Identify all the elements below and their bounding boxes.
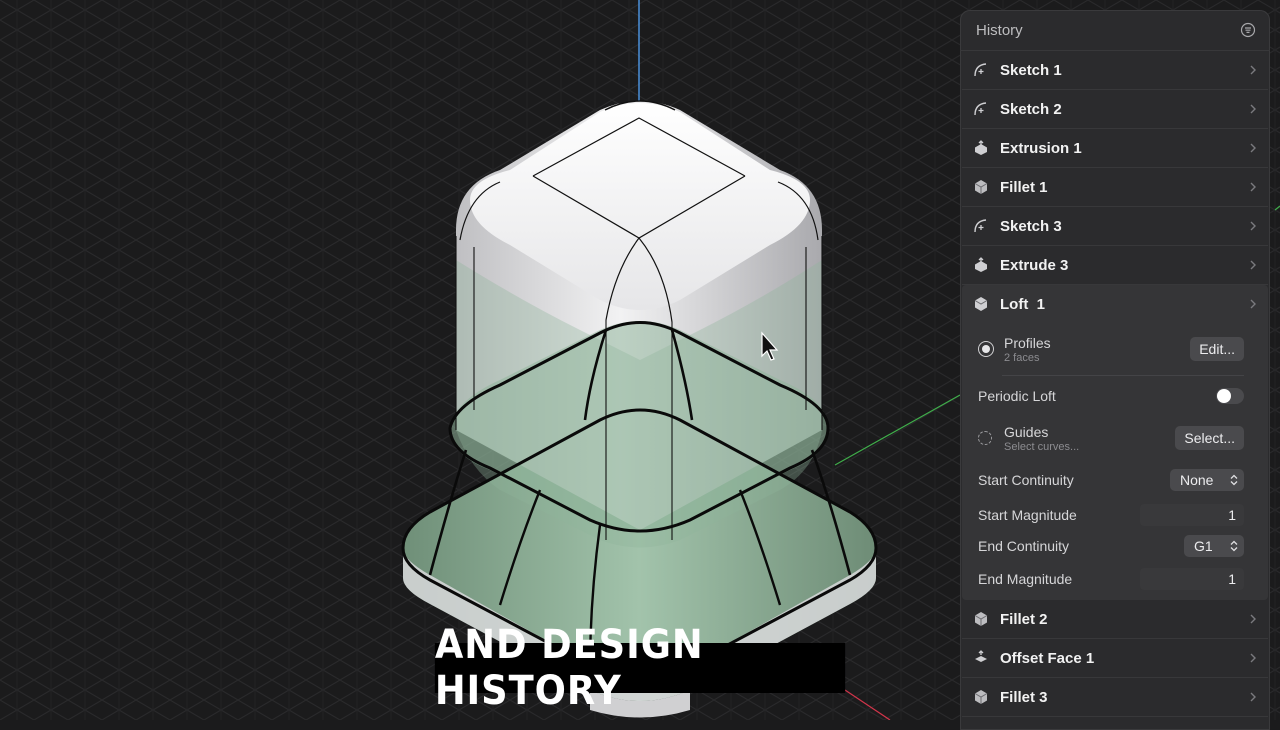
fillet-icon <box>972 688 990 706</box>
profiles-row: Profiles 2 faces Edit... <box>962 323 1268 375</box>
start-continuity-value: None <box>1180 472 1214 488</box>
history-item-label: Sketch 2 <box>1000 100 1062 118</box>
chevron-right-icon <box>1250 260 1256 270</box>
stepper-icon <box>1230 540 1238 552</box>
end-continuity-value: G1 <box>1194 538 1213 554</box>
loft-feature-expanded: Loft 1 Profiles 2 faces Edit... Periodic… <box>962 285 1268 600</box>
history-item-offset-face-1[interactable]: Offset Face 1 <box>962 639 1268 678</box>
video-caption: AND DESIGN HISTORY <box>434 622 846 714</box>
profiles-label: Profiles <box>1004 334 1051 351</box>
history-item-label: Loft 1 <box>1000 295 1045 313</box>
sketch-icon <box>972 61 990 79</box>
history-item-label: Sketch 1 <box>1000 61 1062 79</box>
end-continuity-row: End Continuity G1 <box>962 530 1268 562</box>
extrude-icon <box>972 256 990 274</box>
history-item-sketch-1[interactable]: Sketch 1 <box>962 51 1268 90</box>
periodic-loft-toggle[interactable] <box>1216 388 1244 404</box>
chevron-right-icon <box>1250 221 1256 231</box>
start-magnitude-label: Start Magnitude <box>978 507 1077 523</box>
extrude-icon <box>972 139 990 157</box>
history-item-sketch-3[interactable]: Sketch 3 <box>962 207 1268 246</box>
end-magnitude-row: End Magnitude 1 <box>962 562 1268 600</box>
chevron-right-icon <box>1250 614 1256 624</box>
offset-face-icon <box>972 649 990 667</box>
sketch-icon <box>972 217 990 235</box>
edit-profiles-button[interactable]: Edit... <box>1190 337 1244 361</box>
start-continuity-select[interactable]: None <box>1170 469 1244 491</box>
end-magnitude-input[interactable]: 1 <box>1140 568 1244 590</box>
history-item-label: Fillet 1 <box>1000 178 1048 196</box>
chevron-right-icon <box>1250 653 1256 663</box>
history-header: History <box>960 10 1270 51</box>
stepper-icon <box>1230 474 1238 486</box>
start-magnitude-row: Start Magnitude 1 <box>962 500 1268 530</box>
history-item-label: Fillet 3 <box>1000 688 1048 706</box>
chevron-right-icon <box>1250 182 1256 192</box>
history-title: History <box>976 21 1023 39</box>
select-guides-button[interactable]: Select... <box>1175 426 1244 450</box>
start-continuity-row: Start Continuity None <box>962 460 1268 500</box>
fillet-icon <box>972 178 990 196</box>
history-panel: History Sketch 1 Sketch 2 Extrusion 1 Fille… <box>960 10 1270 730</box>
profiles-radio[interactable] <box>978 341 994 357</box>
guides-sub: Select curves... <box>1004 440 1080 453</box>
chevron-right-icon <box>1250 104 1256 114</box>
history-item-label: Extrusion 1 <box>1000 139 1082 157</box>
sketch-icon <box>972 100 990 118</box>
guides-row: Guides Select curves... Select... <box>962 416 1268 460</box>
start-continuity-label: Start Continuity <box>978 472 1074 488</box>
chevron-right-icon <box>1250 692 1256 702</box>
history-item-label: Offset Face 1 <box>1000 649 1095 667</box>
loft-icon <box>972 295 990 313</box>
chevron-right-icon <box>1250 143 1256 153</box>
history-item-label: Sketch 3 <box>1000 217 1062 235</box>
fillet-icon <box>972 610 990 628</box>
periodic-loft-row: Periodic Loft <box>962 376 1268 416</box>
history-item-loft-1[interactable]: Loft 1 <box>962 285 1268 323</box>
end-continuity-select[interactable]: G1 <box>1184 535 1244 557</box>
history-item-sketch-2[interactable]: Sketch 2 <box>962 90 1268 129</box>
end-magnitude-label: End Magnitude <box>978 571 1073 587</box>
history-item-fillet-1[interactable]: Fillet 1 <box>962 168 1268 207</box>
history-item-extrude-3[interactable]: Extrude 3 <box>962 246 1268 285</box>
history-item-fillet-2[interactable]: Fillet 2 <box>962 600 1268 639</box>
chevron-right-icon <box>1250 65 1256 75</box>
profiles-sub: 2 faces <box>1004 351 1040 364</box>
history-item-label: Extrude 3 <box>1000 256 1069 274</box>
periodic-loft-label: Periodic Loft <box>978 388 1056 404</box>
end-continuity-label: End Continuity <box>978 538 1070 554</box>
chevron-right-icon <box>1250 299 1256 309</box>
history-item-label: Fillet 2 <box>1000 610 1048 628</box>
guides-label: Guides <box>1004 423 1049 440</box>
guides-radio[interactable] <box>978 431 992 445</box>
start-magnitude-input[interactable]: 1 <box>1140 504 1244 526</box>
history-item-extrusion-1[interactable]: Extrusion 1 <box>962 129 1268 168</box>
history-item-fillet-3[interactable]: Fillet 3 <box>962 678 1268 717</box>
filter-icon[interactable] <box>1240 22 1256 38</box>
